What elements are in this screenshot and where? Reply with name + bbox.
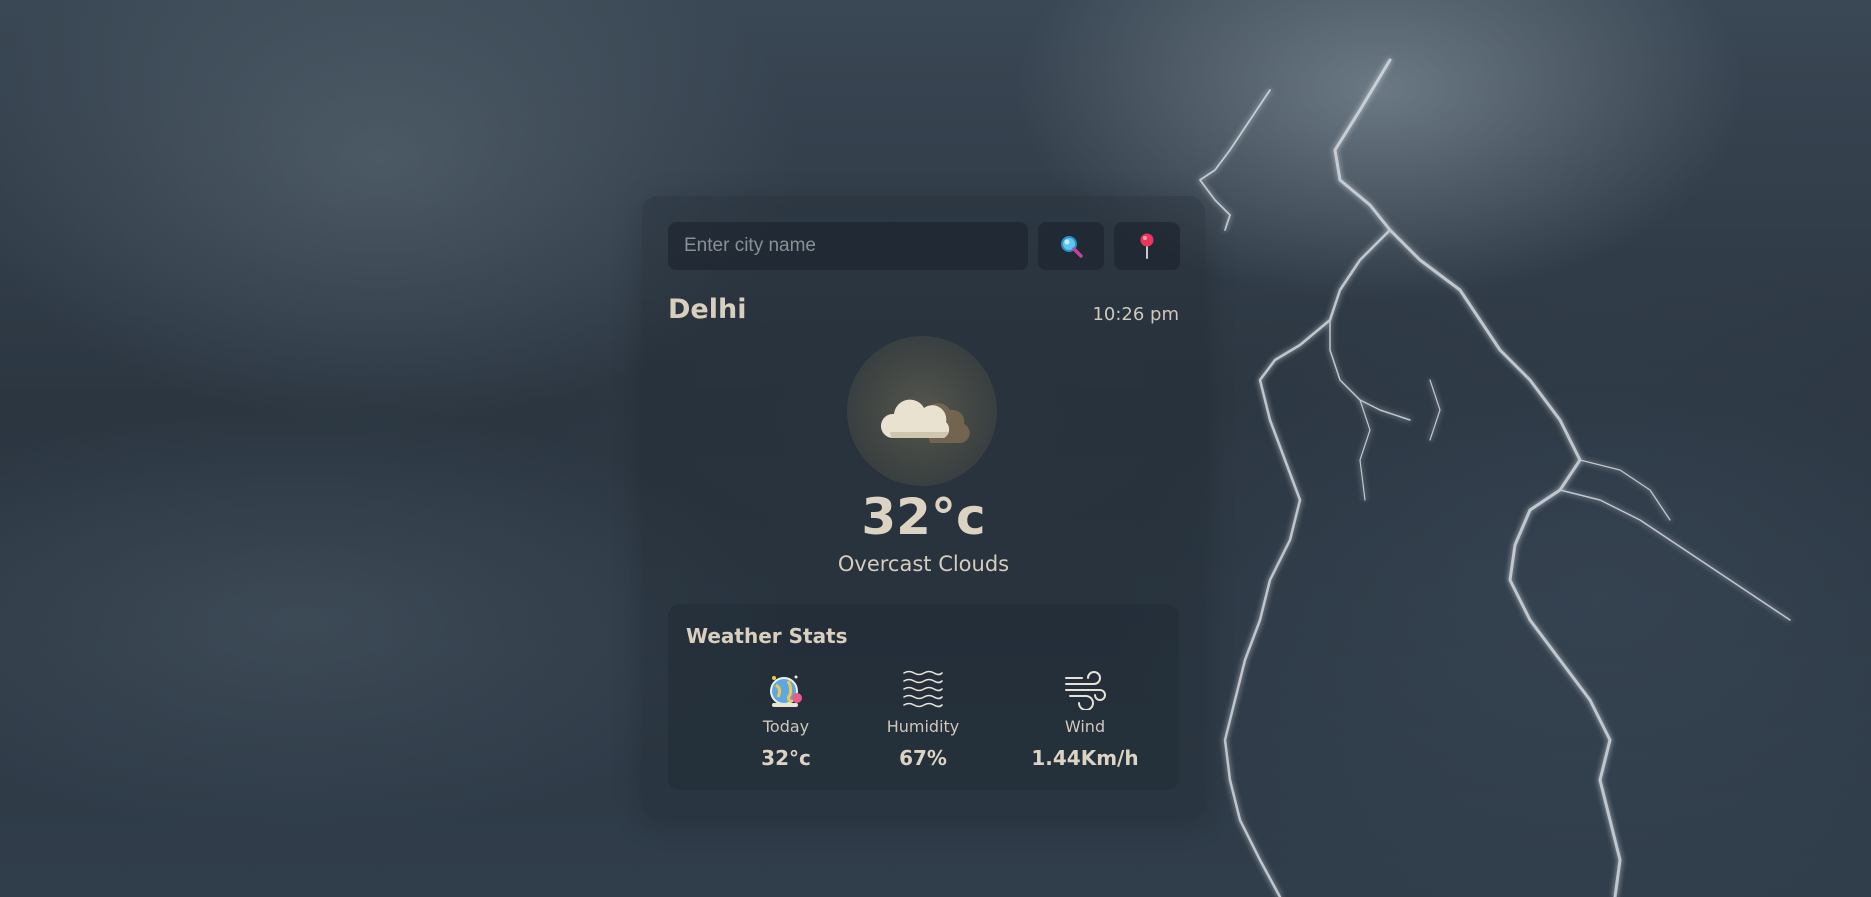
weather-description: Overcast Clouds: [837, 552, 1010, 576]
stat-humidity-label: Humidity: [886, 717, 960, 736]
weather-condition-badge: [847, 336, 997, 486]
city-search-input[interactable]: [668, 222, 1028, 270]
stat-today-label: Today: [762, 717, 810, 736]
magnifier-icon: [1061, 236, 1083, 258]
stat-today: Today 32°c: [716, 669, 856, 770]
stat-wind: Wind 1.44Km/h: [1015, 669, 1155, 770]
weather-stats-panel: Weather Stats Today 32°c Humidity 67% Wi…: [668, 604, 1179, 790]
pin-icon: [1140, 233, 1154, 259]
stat-wind-label: Wind: [1064, 717, 1106, 736]
stat-humidity-value: 67%: [899, 746, 947, 770]
weather-card: Delhi 10:26 pm 32°c Overcast Clouds Weat…: [642, 196, 1205, 818]
search-bar: [668, 222, 1180, 270]
humidity-waves-icon: [903, 670, 943, 708]
overcast-cloud-icon: [880, 399, 970, 443]
weather-app-background: Delhi 10:26 pm 32°c Overcast Clouds Weat…: [0, 0, 1871, 897]
stat-wind-value: 1.44Km/h: [1031, 746, 1139, 770]
stats-title: Weather Stats: [686, 624, 848, 648]
current-temperature: 32°c: [861, 488, 986, 546]
city-name: Delhi: [668, 294, 747, 325]
search-button[interactable]: [1038, 222, 1104, 270]
wind-icon: [1065, 671, 1106, 710]
current-location-button[interactable]: [1114, 222, 1180, 270]
stat-today-value: 32°c: [761, 746, 811, 770]
today-globe-icon: [770, 675, 802, 707]
local-time: 10:26 pm: [1092, 304, 1179, 325]
stat-humidity: Humidity 67%: [853, 669, 993, 770]
